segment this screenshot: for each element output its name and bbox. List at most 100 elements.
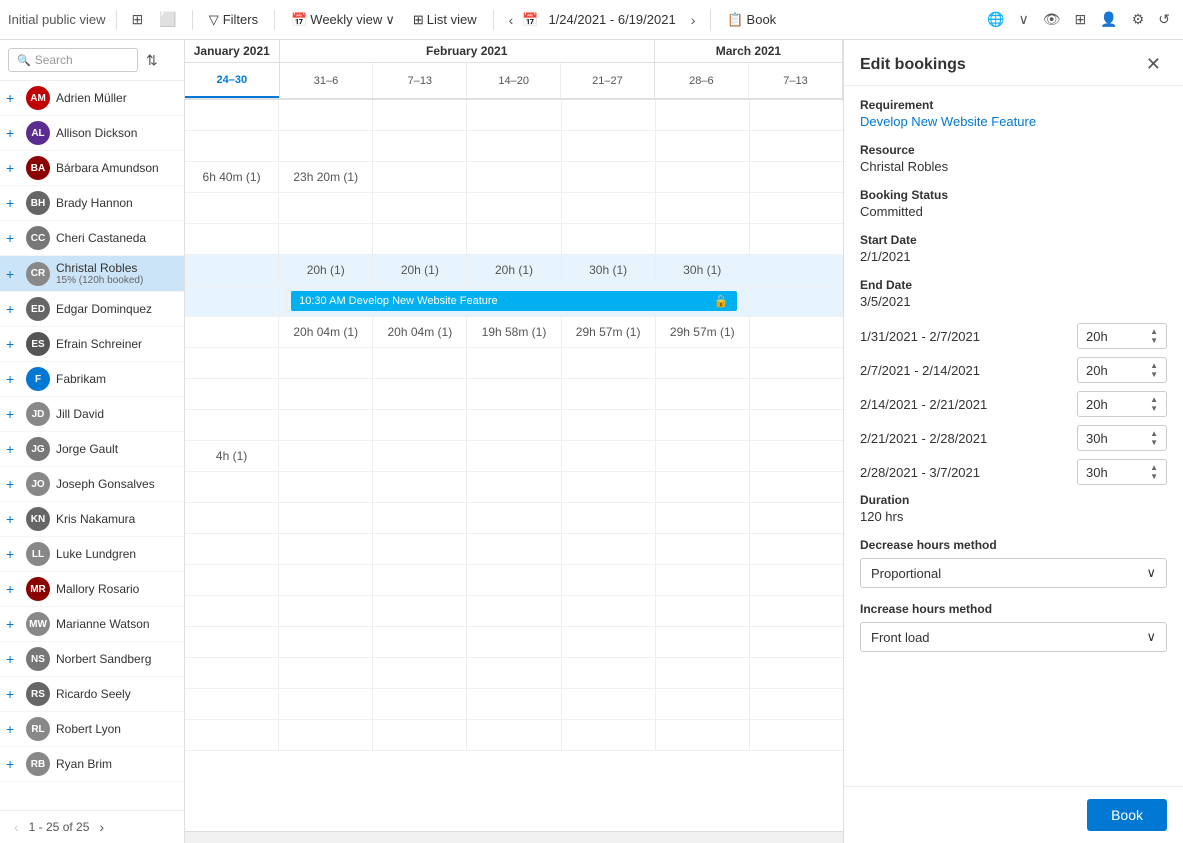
chevron-btn[interactable]: ∨ (1014, 8, 1034, 31)
cal-cell-6 (750, 317, 843, 347)
cal-cell-1 (279, 658, 373, 688)
next-date-btn[interactable]: › (686, 9, 701, 31)
cal-cell-3 (467, 162, 561, 192)
collapse-btn[interactable]: ⬜ (154, 8, 181, 31)
globe-icon-btn[interactable]: 🌐 (982, 8, 1009, 31)
cal-cell-0 (185, 224, 279, 254)
cal-cell-5: 29h 57m (1) (656, 317, 750, 347)
expand-icon: + (6, 160, 20, 176)
cal-cell-4 (562, 379, 656, 409)
columns-icon-btn[interactable]: ⊞ (1070, 8, 1092, 31)
cal-cell-3 (467, 410, 561, 440)
resource-item-ryan[interactable]: +RBRyan Brim (0, 747, 184, 782)
cal-cell-2 (373, 441, 467, 471)
cal-cell-6 (750, 100, 843, 130)
spinner-arrows[interactable]: ▲▼ (1150, 361, 1158, 379)
resource-item-ricardo[interactable]: +RSRicardo Seely (0, 677, 184, 712)
spinner-arrows[interactable]: ▲▼ (1150, 463, 1158, 481)
prev-date-btn[interactable]: ‹ (504, 9, 519, 31)
cal-cell-6 (750, 720, 843, 750)
spinner-arrows[interactable]: ▲▼ (1150, 327, 1158, 345)
settings-icon-btn[interactable]: ⚙ (1127, 8, 1150, 31)
cal-cell-2: 20h (1) (373, 255, 467, 285)
resource-item-christal[interactable]: +CRChristal Robles15% (120h booked) (0, 256, 184, 292)
cal-week: 28–6 (655, 63, 749, 98)
resource-item-efrain[interactable]: +ESEfrain Schreiner (0, 327, 184, 362)
resource-item-adrien[interactable]: +AMAdrien Müller (0, 81, 184, 116)
weekly-view-button[interactable]: 📅 Weekly view ∨ (285, 9, 401, 31)
resource-name: Efrain Schreiner (56, 337, 142, 351)
resource-item-luke[interactable]: +LLLuke Lundgren (0, 537, 184, 572)
book-button[interactable]: Book (1087, 799, 1167, 831)
resource-name: Norbert Sandberg (56, 652, 151, 666)
cal-cell-4 (562, 720, 656, 750)
week-range-input-3[interactable]: 30h▲▼ (1077, 425, 1167, 451)
expand-icon: + (6, 336, 20, 352)
resource-name-wrap: Christal Robles15% (120h booked) (56, 261, 143, 286)
cal-cell-5 (656, 565, 750, 595)
resource-item-edgar[interactable]: +EDEdgar Dominquez (0, 292, 184, 327)
resource-item-brady[interactable]: +BHBrady Hannon (0, 186, 184, 221)
booking-bar[interactable]: 10:30 AM Develop New Website Feature🔒 (291, 291, 737, 311)
toggle-panel-btn[interactable]: ⊞ (127, 8, 149, 31)
spinner-arrows[interactable]: ▲▼ (1150, 429, 1158, 447)
cal-cell-3 (467, 503, 561, 533)
resource-item-marianne[interactable]: +MWMarianne Watson (0, 607, 184, 642)
resource-item-jorge[interactable]: +JGJorge Gault (0, 432, 184, 467)
cal-cell-3 (467, 100, 561, 130)
cal-cell-0 (185, 317, 279, 347)
resource-item-cheri[interactable]: +CCCheri Castaneda (0, 221, 184, 256)
week-range-label-3: 2/21/2021 - 2/28/2021 (860, 431, 987, 446)
increase-hours-value: Front load (871, 630, 930, 645)
week-range-input-4[interactable]: 30h▲▼ (1077, 459, 1167, 485)
calendar-row (185, 596, 843, 627)
resource-item-jill[interactable]: +JDJill David (0, 397, 184, 432)
prev-page-btn[interactable]: ‹ (10, 817, 23, 837)
cal-cell-4 (562, 348, 656, 378)
cal-cell-4 (562, 565, 656, 595)
cal-cell-6 (750, 193, 843, 223)
avatar: RS (26, 682, 50, 706)
horizontal-scrollbar[interactable] (185, 831, 843, 843)
resource-item-fabrikam[interactable]: +FFabrikam (0, 362, 184, 397)
person-icon-btn[interactable]: 👤 (1095, 8, 1122, 31)
cal-cell-2 (373, 162, 467, 192)
cal-cell-0 (185, 379, 279, 409)
cal-cell-0 (185, 658, 279, 688)
cal-cell-5 (656, 379, 750, 409)
resource-item-mallory[interactable]: +MRMallory Rosario (0, 572, 184, 607)
booking-status-label: Booking Status (860, 188, 1167, 202)
week-range-input-0[interactable]: 20h▲▼ (1077, 323, 1167, 349)
cal-cell-booking[interactable]: 10:30 AM Develop New Website Feature🔒 (287, 286, 742, 316)
cal-weeks: 31–67–1314–2021–27 (280, 63, 654, 98)
sort-button[interactable]: ⇅ (142, 50, 162, 71)
close-button[interactable]: ✕ (1140, 52, 1167, 77)
eye-icon-btn[interactable]: 👁 (1038, 8, 1066, 31)
cal-cell-6 (750, 255, 843, 285)
resource-item-norbert[interactable]: +NSNorbert Sandberg (0, 642, 184, 677)
spinner-arrows[interactable]: ▲▼ (1150, 395, 1158, 413)
next-page-btn[interactable]: › (95, 817, 108, 837)
refresh-icon-btn[interactable]: ↺ (1153, 8, 1175, 31)
resource-item-barbara[interactable]: +BABárbara Amundson (0, 151, 184, 186)
filters-button[interactable]: ▽ Filters (203, 9, 264, 31)
week-range-input-2[interactable]: 20h▲▼ (1077, 391, 1167, 417)
list-view-button[interactable]: ⊞ List view (407, 9, 483, 31)
week-range-input-1[interactable]: 20h▲▼ (1077, 357, 1167, 383)
resource-item-kris[interactable]: +KNKris Nakamura (0, 502, 184, 537)
book-button-top[interactable]: 📋 Book (721, 9, 782, 31)
cal-cell-2 (373, 565, 467, 595)
calendar-row (185, 193, 843, 224)
increase-hours-dropdown[interactable]: Front load ∨ (860, 622, 1167, 652)
expand-icon: + (6, 511, 20, 527)
resource-item-joseph[interactable]: +JOJoseph Gonsalves (0, 467, 184, 502)
resource-item-allison[interactable]: +ALAllison Dickson (0, 116, 184, 151)
cal-cell-0: 4h (1) (185, 441, 279, 471)
start-date-field: Start Date 2/1/2021 (860, 233, 1167, 264)
resource-item-robert[interactable]: +RLRobert Lyon (0, 712, 184, 747)
search-input[interactable]: 🔍 Search (8, 48, 138, 72)
decrease-hours-dropdown[interactable]: Proportional ∨ (860, 558, 1167, 588)
cal-cell-2 (373, 503, 467, 533)
cal-cell-0 (185, 348, 279, 378)
calendar-row (185, 534, 843, 565)
